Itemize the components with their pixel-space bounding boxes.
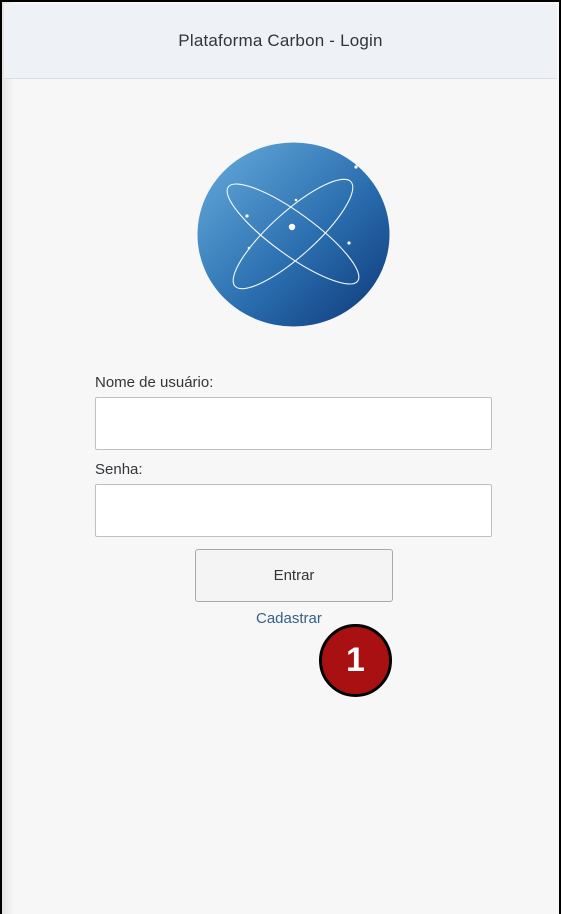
password-input[interactable] [95,484,492,537]
window-edge-shadow [2,2,14,914]
username-input[interactable] [95,397,492,450]
login-button[interactable]: Entrar [195,549,393,602]
login-window: Plataforma Carbon - Login Nome de usuári… [0,0,561,914]
username-label: Nome de usuário: [95,374,214,391]
step-marker-badge: 1 [319,624,392,697]
login-form: Nome de usuário: Senha: [95,374,493,537]
password-label: Senha: [95,461,143,478]
app-header: Plataforma Carbon - Login [4,4,557,79]
page-title: Plataforma Carbon - Login [178,31,383,50]
atom-logo-icon [197,142,390,327]
register-link[interactable]: Cadastrar [256,610,322,627]
